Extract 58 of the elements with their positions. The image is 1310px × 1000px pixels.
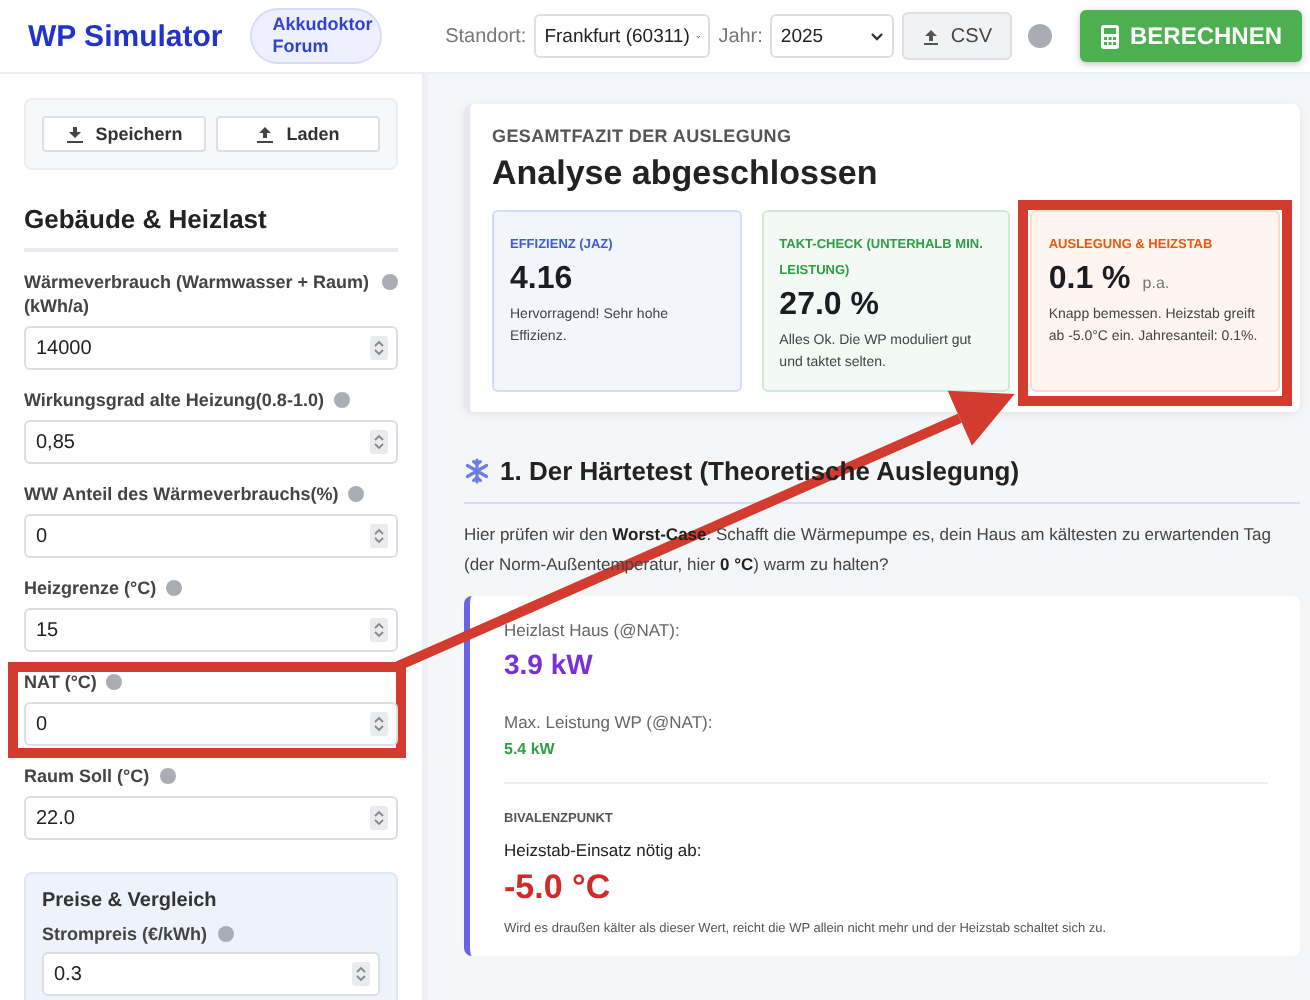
spinner-icon (370, 618, 388, 642)
field-label: Heizgrenze (°C) (24, 576, 157, 600)
spinner-icon (370, 806, 388, 830)
metric-value: 4.16 (510, 262, 573, 298)
help-icon[interactable] (1027, 24, 1052, 48)
field-label: Wirkungsgrad alte Heizung(0.8-1.0) (24, 388, 324, 412)
number-field[interactable]: 0 (24, 702, 398, 746)
result-label: Max. Leistung WP (@NAT): (504, 712, 715, 732)
metric-value: 0.1 % (1048, 262, 1131, 298)
number-field[interactable]: 0.3 (42, 952, 380, 996)
location-label: Standort: (445, 25, 527, 47)
panel-title: Preise & Vergleich (42, 890, 219, 912)
field-label: Wärmeverbrauch (Warmwasser + Raum) (kWh/a) (24, 270, 371, 318)
year-select[interactable]: 2025 (770, 14, 895, 58)
location-select[interactable]: Frankfurt (60311) (534, 14, 711, 58)
spinner-icon (370, 712, 388, 736)
spinner-icon (370, 336, 388, 360)
summary-title: Analyse abgeschlossen (492, 154, 880, 194)
field-label: Raum Soll (°C) (24, 764, 150, 788)
download-icon (65, 125, 84, 143)
help-icon[interactable] (217, 926, 234, 942)
chevron-icon (870, 31, 885, 41)
load-button[interactable]: Laden (216, 116, 380, 152)
spinner-icon (370, 524, 388, 548)
help-icon[interactable] (348, 486, 365, 502)
field-label: Strompreis (€/kWh) (42, 922, 208, 946)
help-icon[interactable] (382, 274, 398, 290)
number-field[interactable]: 0,85 (24, 420, 398, 464)
snowflake-icon (464, 458, 490, 484)
year-label: Jahr: (718, 25, 763, 47)
bivalence-label: Heizstab-Einsatz nötig ab: (504, 840, 704, 860)
number-field[interactable]: 14000 (24, 326, 398, 370)
upload-icon (922, 27, 941, 45)
field-label: WW Anteil des Wärmeverbrauchs(%) (24, 482, 339, 506)
summary-eyebrow: GESAMTFAZIT DER AUSLEGUNG (492, 126, 794, 146)
metric-value: 27.0 % (779, 288, 879, 324)
number-field[interactable]: 15 (24, 608, 398, 652)
help-icon[interactable] (159, 768, 176, 784)
help-icon[interactable] (166, 580, 183, 596)
upload-icon (256, 125, 275, 143)
result-value: 5.4 kW (504, 740, 557, 758)
spinner-icon (352, 962, 370, 986)
bivalence-value: -5.0 °C (504, 868, 613, 908)
spinner-icon (370, 430, 388, 454)
help-icon[interactable] (106, 674, 123, 690)
csv-button[interactable]: CSV (902, 12, 1012, 60)
calculator-icon (1099, 23, 1120, 49)
app-title: WP Simulator (28, 19, 223, 53)
number-field[interactable]: 22.0 (24, 796, 398, 840)
help-icon[interactable] (333, 392, 350, 408)
number-field[interactable]: 0 (24, 514, 398, 558)
result-label: Heizlast Haus (@NAT): (504, 620, 682, 640)
save-button[interactable]: Speichern (42, 116, 206, 152)
forum-link[interactable]: Akkudoktor Forum (250, 8, 383, 64)
metric-unit: p.a. (1142, 274, 1170, 292)
result-value: 3.9 kW (504, 648, 595, 680)
section-title: Gebäude & Heizlast (24, 204, 398, 252)
field-label: NAT (°C) (24, 670, 97, 694)
